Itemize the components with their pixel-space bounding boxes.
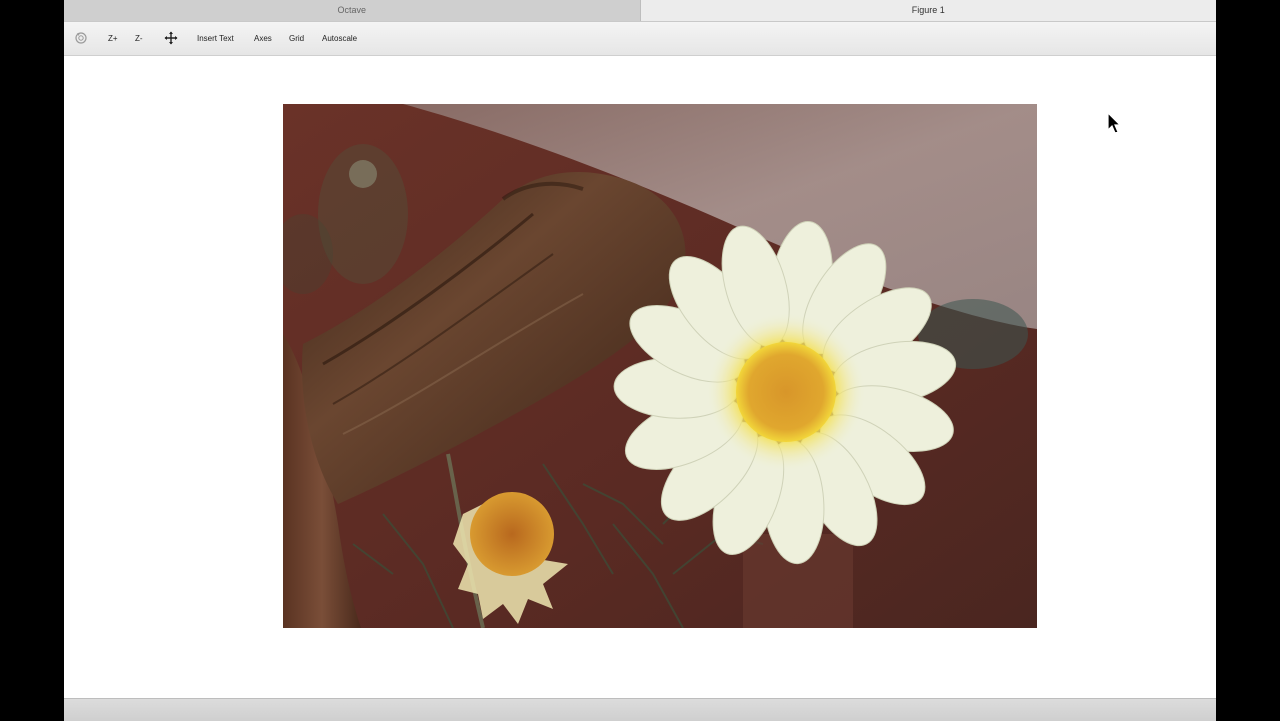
figure-toolbar: Z+ Z- Insert Text Axes Grid Autoscale — [64, 22, 1216, 56]
tab-bar: Octave Figure 1 — [64, 0, 1216, 22]
daisy-photo — [283, 104, 1037, 628]
autoscale-button[interactable]: Autoscale — [322, 22, 357, 55]
grid-button[interactable]: Grid — [289, 22, 304, 55]
mouse-cursor-icon — [1107, 111, 1123, 136]
status-bar — [64, 698, 1216, 721]
zoom-in-button[interactable]: Z+ — [108, 22, 118, 55]
zoom-out-button[interactable]: Z- — [135, 22, 143, 55]
figure-canvas[interactable] — [64, 56, 1216, 697]
axes-button[interactable]: Axes — [254, 22, 272, 55]
octave-figure-window: Octave Figure 1 Z+ Z- Insert Text Axes G… — [64, 0, 1216, 721]
tab-figure-1[interactable]: Figure 1 — [640, 0, 1216, 21]
tab-octave[interactable]: Octave — [64, 0, 641, 21]
rotate-icon[interactable] — [74, 31, 88, 45]
daisy-center — [736, 342, 836, 442]
pan-move-icon[interactable] — [164, 31, 178, 45]
insert-text-button[interactable]: Insert Text — [197, 22, 234, 55]
